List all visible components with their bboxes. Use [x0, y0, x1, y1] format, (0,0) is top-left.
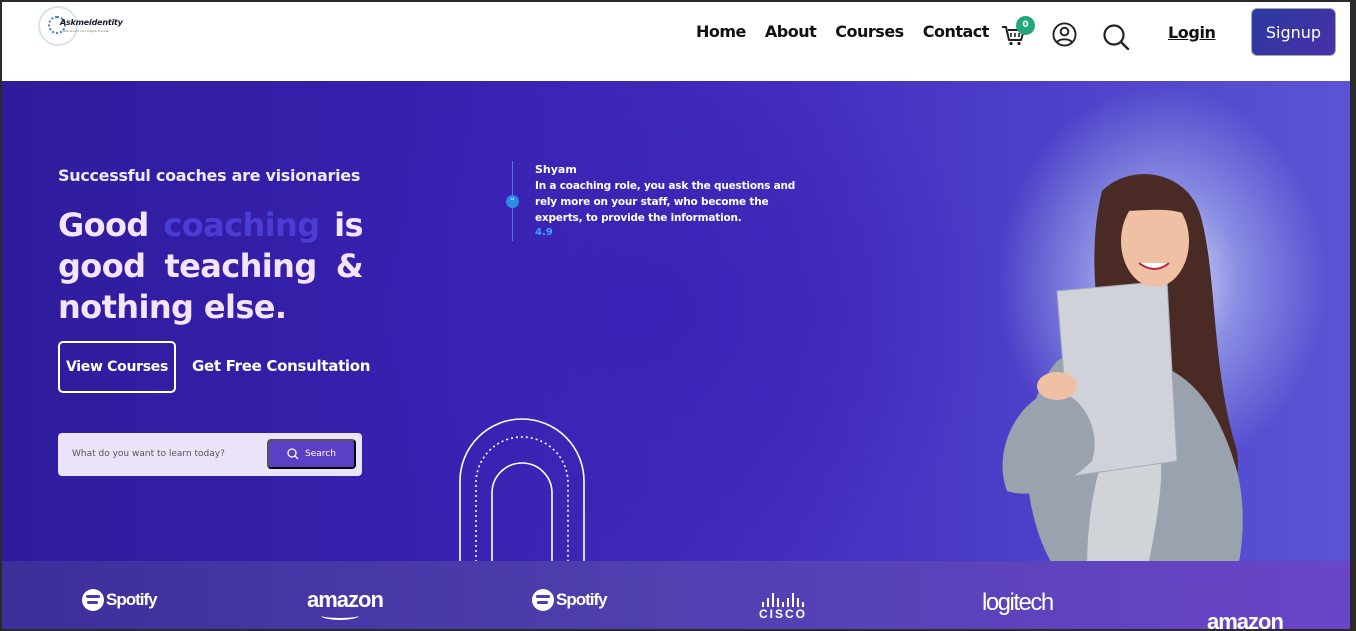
- headline-highlight: coaching: [163, 206, 320, 244]
- headline-word: good: [58, 247, 146, 285]
- brand-name: Spotify: [106, 590, 158, 609]
- hero-section: Successful coaches are visionaries Good …: [2, 81, 1350, 561]
- search-button-label: Search: [305, 449, 336, 459]
- arch-decoration: [459, 418, 585, 561]
- hero-tagline: Successful coaches are visionaries: [58, 166, 361, 185]
- amazon-logo: amazon: [307, 587, 1350, 620]
- amazon-smile-icon: [321, 611, 359, 620]
- spotify-logo: Spotify: [82, 589, 158, 611]
- site-logo[interactable]: Askmeidentity Safe-Guard Your Digital Fr…: [38, 6, 123, 48]
- site-header: Askmeidentity Safe-Guard Your Digital Fr…: [2, 2, 1350, 81]
- nav-contact[interactable]: Contact: [923, 22, 990, 41]
- cisco-logo: CISCO: [759, 593, 807, 621]
- nav-courses[interactable]: Courses: [835, 22, 904, 41]
- quote-icon: ": [506, 195, 519, 208]
- student-photo: [1002, 174, 1243, 561]
- headline-line-1: Good coaching is: [58, 205, 364, 246]
- spotify-icon: [82, 589, 104, 611]
- headline-word: is: [334, 206, 363, 244]
- brand-name: Spotify: [556, 590, 608, 609]
- headline-word: &: [335, 247, 364, 285]
- spotify-logo: Spotify: [532, 589, 608, 611]
- course-search-bar: Search: [58, 433, 362, 476]
- headline-line-2: good teaching &: [58, 246, 364, 287]
- nav-home[interactable]: Home: [696, 22, 746, 41]
- brand-name: amazon: [307, 587, 384, 612]
- cisco-bars-icon: [759, 593, 807, 607]
- amazon-logo: amazon: [1207, 609, 1350, 631]
- testimonial-author: Shyam: [535, 163, 577, 176]
- logitech-logo: logitech: [982, 589, 1054, 616]
- logo-tagline: Safe-Guard Your Digital Frontier: [62, 29, 110, 33]
- free-consultation-link[interactable]: Get Free Consultation: [192, 357, 370, 375]
- user-account-icon[interactable]: [1052, 22, 1077, 47]
- brand-name: amazon: [1207, 609, 1284, 631]
- login-link[interactable]: Login: [1168, 23, 1216, 42]
- logo-name: Askmeidentity: [60, 18, 123, 27]
- headline-word: teaching: [164, 247, 317, 285]
- headline-line-3: nothing else.: [58, 288, 287, 326]
- search-icon[interactable]: [1102, 23, 1130, 50]
- cart-count-badge: 0: [1016, 16, 1035, 35]
- main-nav: Home About Courses Contact: [696, 22, 1008, 41]
- hero-headline: Good coaching is good teaching & nothing…: [58, 205, 364, 328]
- testimonial-rating: 4.9: [535, 227, 553, 238]
- brand-name: CISCO: [759, 607, 808, 621]
- spotify-icon: [532, 589, 554, 611]
- browser-viewport: Askmeidentity Safe-Guard Your Digital Fr…: [0, 0, 1356, 631]
- nav-about[interactable]: About: [765, 22, 817, 41]
- search-icon: [287, 448, 299, 460]
- partner-logos: Spotify amazon Spotify CISCO logitech am…: [2, 561, 1350, 629]
- course-search-input[interactable]: [72, 445, 252, 463]
- search-button[interactable]: Search: [267, 439, 356, 469]
- signup-button[interactable]: Signup: [1251, 8, 1336, 56]
- view-courses-button[interactable]: View Courses: [58, 341, 176, 393]
- testimonial-text: In a coaching role, you ask the question…: [535, 180, 796, 224]
- headline-word: Good: [58, 206, 149, 244]
